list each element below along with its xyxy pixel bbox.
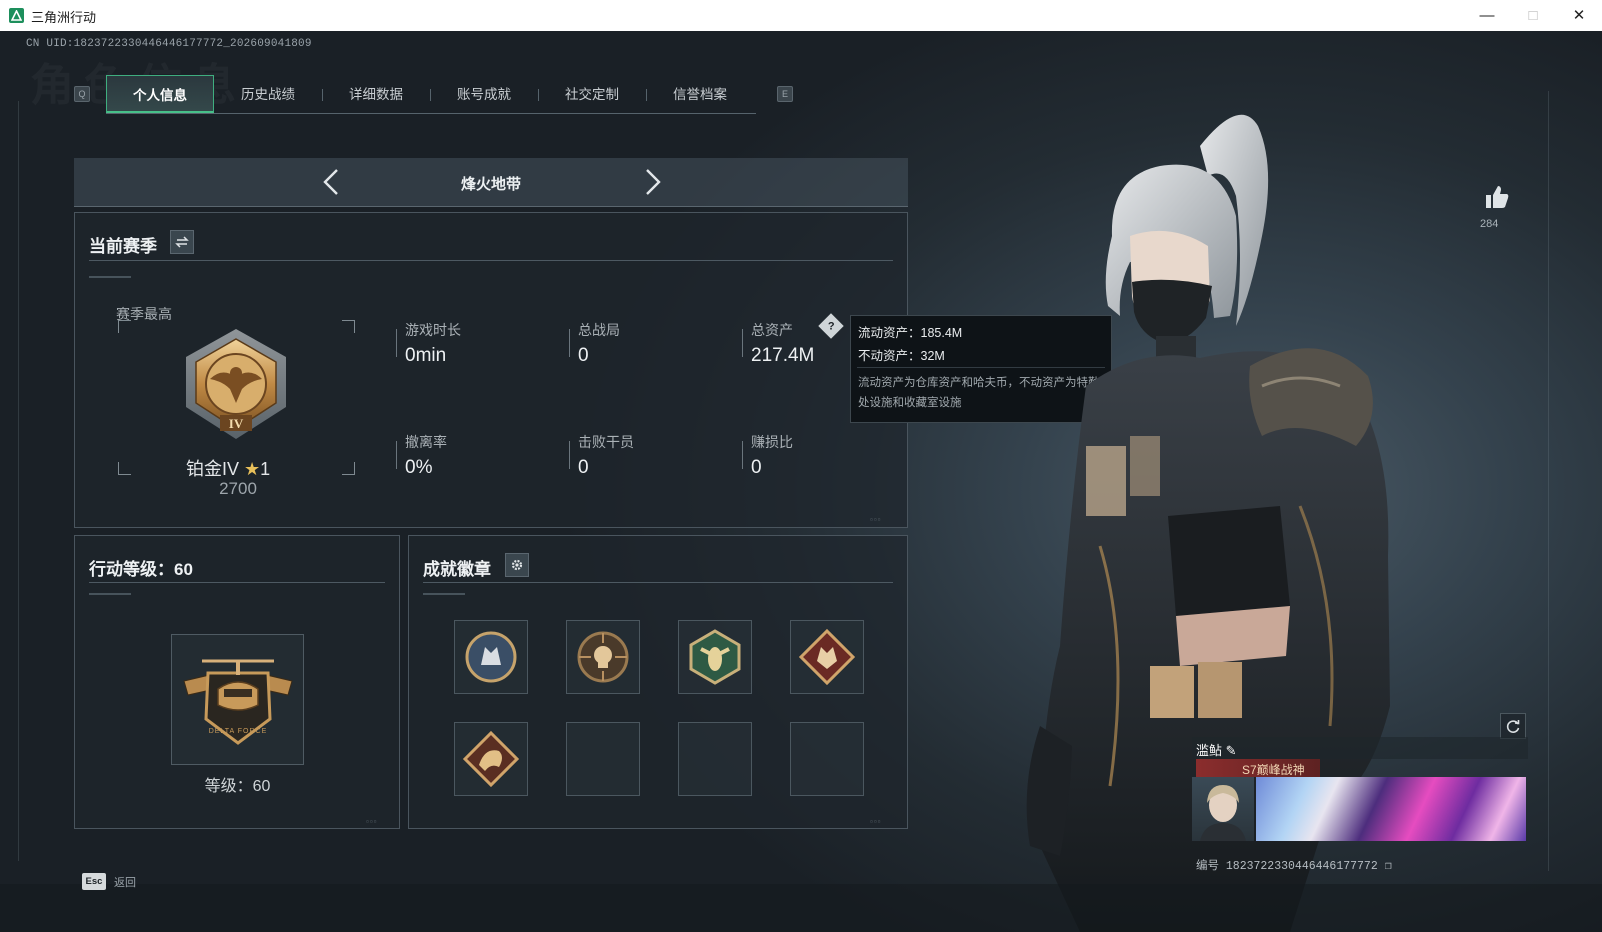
player-id: 编号 1823722330446446177772 ❐ bbox=[1196, 860, 1392, 873]
tab-account-achievements[interactable]: 账号成就 bbox=[430, 75, 538, 113]
stat-label-total-matches: 总战局 bbox=[578, 322, 620, 338]
tab-personal-info[interactable]: 个人信息 bbox=[106, 75, 214, 113]
rank-name: 铂金IV ★1 bbox=[186, 459, 271, 479]
card-banner-image bbox=[1256, 777, 1526, 841]
badge-slot-7-empty[interactable] bbox=[678, 722, 752, 796]
stat-value-playtime: 0min bbox=[405, 345, 447, 366]
refresh-button[interactable] bbox=[1500, 713, 1526, 739]
prev-tab-key-hint[interactable]: Q bbox=[74, 86, 90, 102]
tab-credit-record[interactable]: 信誉档案 bbox=[646, 75, 754, 113]
like-count: 284 bbox=[1480, 218, 1499, 230]
star-icon: ★ bbox=[244, 459, 261, 479]
copy-icon[interactable]: ❐ bbox=[1385, 860, 1392, 873]
badge-slot-4[interactable] bbox=[790, 620, 864, 694]
avatar[interactable] bbox=[1192, 777, 1254, 841]
minimize-button[interactable]: — bbox=[1464, 0, 1510, 31]
dragon-badge-icon bbox=[462, 730, 520, 788]
stat-label-operators-defeated: 击败干员 bbox=[578, 434, 634, 450]
level-panel-title: 行动等级：60 bbox=[89, 560, 193, 579]
badge-slot-6-empty[interactable] bbox=[566, 722, 640, 796]
rank-score: 2700 bbox=[219, 479, 257, 498]
game-viewport: 角色信息 CN UID:1823722330446446177772_20260… bbox=[0, 31, 1602, 932]
maximize-button[interactable]: □ bbox=[1510, 0, 1556, 31]
stat-label-total-assets: 总资产 bbox=[751, 322, 793, 338]
map-name: 烽火地带 bbox=[460, 176, 521, 193]
esc-key-hint[interactable]: Esc bbox=[82, 873, 106, 890]
tooltip-fixed-assets: 不动资产：32M bbox=[858, 349, 945, 363]
badge-slot-5[interactable] bbox=[454, 722, 528, 796]
stat-label-extraction-rate: 撤离率 bbox=[405, 434, 447, 450]
skull-badge-icon bbox=[577, 631, 629, 683]
hornet-badge-icon bbox=[689, 629, 741, 685]
level-value: 等级：60 bbox=[204, 778, 271, 795]
close-button[interactable]: ✕ bbox=[1556, 0, 1602, 31]
bottom-bar bbox=[0, 884, 1602, 932]
stat-value-operators-defeated: 0 bbox=[578, 457, 589, 478]
badge-slot-1[interactable] bbox=[454, 620, 528, 694]
stat-label-playtime: 游戏时长 bbox=[405, 322, 461, 338]
season-panel-title: 当前赛季 bbox=[89, 237, 157, 256]
next-map-arrow-icon[interactable] bbox=[640, 168, 664, 196]
app-logo-icon bbox=[9, 8, 24, 23]
stat-value-profit-loss-ratio: 0 bbox=[751, 457, 762, 478]
badge-slot-3[interactable] bbox=[678, 620, 752, 694]
map-selector: 烽火地带 bbox=[74, 158, 908, 207]
gear-icon bbox=[511, 559, 523, 571]
platinum-rank-emblem-icon: IV bbox=[186, 329, 286, 439]
tab-bar: 个人信息 历史战绩 详细数据 账号成就 社交定制 信誉档案 bbox=[106, 75, 756, 114]
switch-season-button[interactable] bbox=[170, 230, 194, 254]
stat-label-profit-loss-ratio: 赚损比 bbox=[751, 434, 793, 450]
player-name: 滥鲇 ✎ bbox=[1196, 743, 1237, 758]
window-titlebar: 三角洲行动 — □ ✕ bbox=[0, 0, 1602, 32]
tooltip-liquid-assets: 流动资产：185.4M bbox=[858, 326, 963, 340]
refresh-icon bbox=[1506, 720, 1520, 733]
badges-panel-title: 成就徽章 bbox=[423, 560, 491, 579]
thumbs-up-icon[interactable] bbox=[1484, 184, 1510, 215]
edit-pencil-icon[interactable]: ✎ bbox=[1226, 743, 1237, 758]
badge-slot-2[interactable] bbox=[566, 620, 640, 694]
tab-social-custom[interactable]: 社交定制 bbox=[538, 75, 646, 113]
uid-text: CN UID:1823722330446446177772_2026090418… bbox=[26, 38, 312, 50]
player-title-badge: S7巅峰战神 bbox=[1242, 763, 1305, 777]
svg-text:DELTA FORCE: DELTA FORCE bbox=[209, 728, 268, 735]
tab-match-history[interactable]: 历史战绩 bbox=[214, 75, 322, 113]
swap-icon bbox=[175, 236, 189, 248]
beast-badge-icon bbox=[798, 628, 856, 686]
window-title: 三角洲行动 bbox=[31, 10, 97, 25]
helicopter-level-emblem-icon: DELTA FORCE bbox=[183, 659, 293, 745]
next-tab-key-hint[interactable]: E bbox=[777, 86, 793, 102]
tab-detailed-data[interactable]: 详细数据 bbox=[322, 75, 430, 113]
player-card[interactable]: 滥鲇 ✎ S7巅峰战神 编号 1823722330446446177772 ❐ bbox=[1192, 737, 1528, 879]
badge-slot-8-empty[interactable] bbox=[790, 722, 864, 796]
back-label[interactable]: 返回 bbox=[114, 874, 136, 890]
stat-value-total-matches: 0 bbox=[578, 345, 589, 366]
svg-text:IV: IV bbox=[229, 416, 244, 431]
stat-value-extraction-rate: 0% bbox=[405, 457, 433, 478]
badge-settings-button[interactable] bbox=[505, 553, 529, 577]
wolf-badge-icon bbox=[465, 631, 517, 683]
stat-value-total-assets: 217.4M bbox=[751, 345, 815, 366]
